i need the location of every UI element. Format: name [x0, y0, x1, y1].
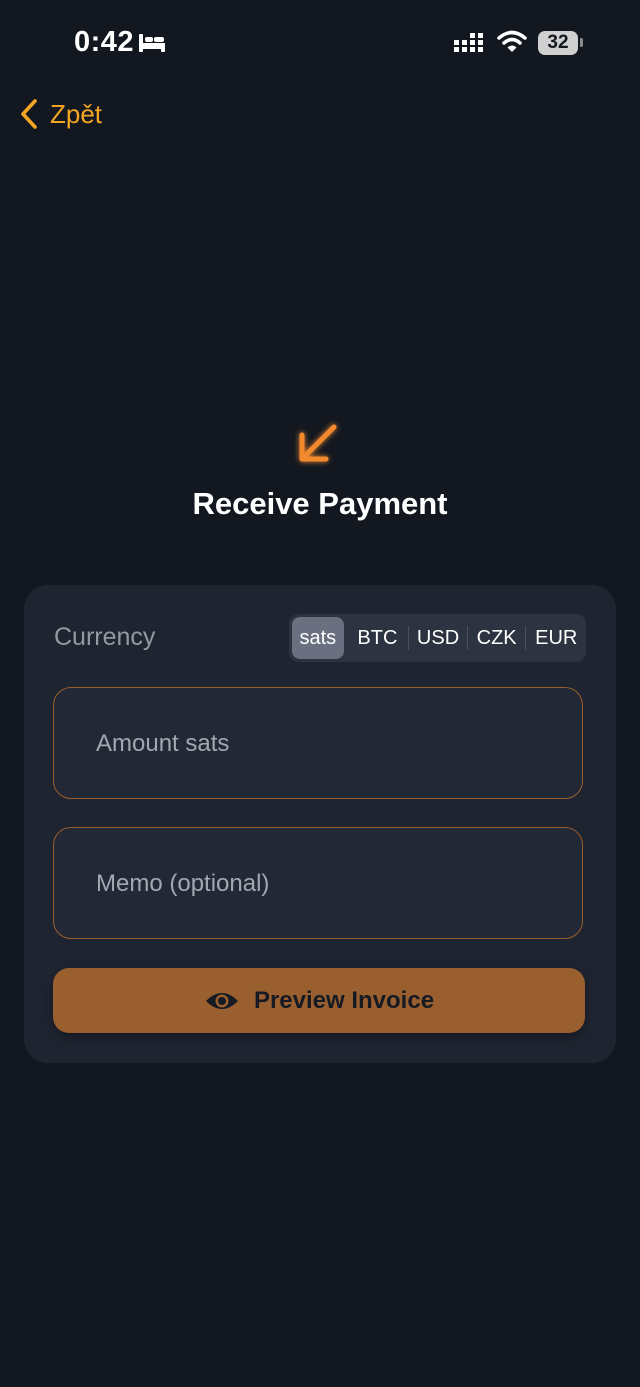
chevron-left-icon [21, 99, 37, 129]
amount-field[interactable] [53, 687, 583, 800]
bed-icon [139, 34, 165, 52]
arrow-down-left-icon [299, 424, 337, 462]
currency-selector: sats BTC USD CZK EUR [289, 614, 586, 662]
memo-input[interactable] [94, 828, 558, 940]
currency-option-usd[interactable]: USD [409, 614, 467, 662]
eye-icon [205, 992, 238, 1009]
status-bar: 0:42 32 [0, 0, 640, 86]
currency-option-eur[interactable]: EUR [526, 614, 586, 662]
currency-option-sats[interactable]: sats [292, 617, 344, 659]
amount-input[interactable] [94, 688, 558, 800]
currency-option-czk[interactable]: CZK [468, 614, 526, 662]
receive-form-card: Currency sats BTC USD CZK EUR Preview In… [24, 585, 616, 1063]
back-button[interactable]: Zpět [18, 94, 102, 134]
status-time: 0:42 [74, 26, 135, 58]
preview-invoice-label: Preview Invoice [253, 986, 435, 1014]
back-label: Zpět [50, 98, 103, 129]
currency-option-btc[interactable]: BTC [347, 614, 409, 662]
memo-field[interactable] [53, 827, 583, 940]
wifi-icon [497, 30, 527, 52]
battery-cap [580, 38, 583, 47]
page-title: Receive Payment [192, 486, 448, 521]
battery-indicator: 32 [538, 31, 578, 55]
cellular-signal-icon [454, 33, 483, 52]
currency-label: Currency [54, 623, 156, 651]
preview-invoice-button[interactable]: Preview Invoice [53, 968, 585, 1033]
